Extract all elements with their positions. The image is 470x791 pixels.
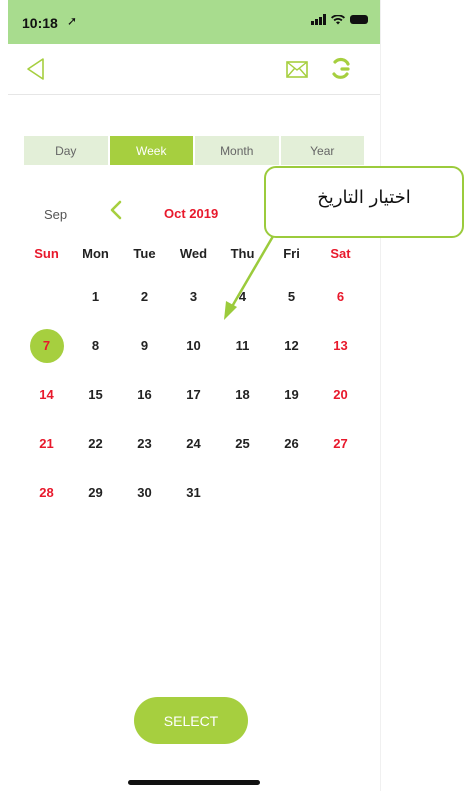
tab-week[interactable]: Week: [109, 136, 193, 165]
day-cell-selected[interactable]: 7: [22, 321, 71, 370]
calendar-week-row: 21 22 23 24 25 26 27: [22, 419, 366, 468]
day-cell[interactable]: 4: [218, 272, 267, 321]
day-cell[interactable]: 15: [71, 370, 120, 419]
day-cell[interactable]: 11: [218, 321, 267, 370]
day-cell[interactable]: 21: [22, 419, 71, 468]
back-triangle-icon[interactable]: [26, 57, 46, 81]
day-cell[interactable]: 12: [267, 321, 316, 370]
day-cell[interactable]: 8: [71, 321, 120, 370]
day-cell[interactable]: 22: [71, 419, 120, 468]
phone-screen: 10:18 ➚ Day Week Month Year Sep Oct 2019…: [8, 0, 381, 791]
day-cell[interactable]: 19: [267, 370, 316, 419]
calendar-week-row: 1 2 3 4 5 6: [22, 272, 366, 321]
day-cell: [267, 468, 316, 517]
weekday-mon: Mon: [82, 246, 109, 261]
day-cell[interactable]: 3: [169, 272, 218, 321]
weekday-sat: Sat: [330, 246, 351, 261]
day-cell[interactable]: 14: [22, 370, 71, 419]
mail-icon[interactable]: [286, 61, 308, 78]
tab-year[interactable]: Year: [280, 136, 364, 165]
day-cell[interactable]: 31: [169, 468, 218, 517]
wifi-icon: [331, 14, 345, 24]
selected-day-marker: 7: [29, 328, 64, 363]
calendar-week-row: 7 8 9 10 11 12 13: [22, 321, 366, 370]
calendar-grid: 1 2 3 4 5 6 7 8 9 10 11 12 13 14 15 16 1…: [22, 272, 366, 517]
calendar-week-row: 28 29 30 31: [22, 468, 366, 517]
signal-icon: [311, 14, 326, 25]
day-cell[interactable]: 20: [316, 370, 365, 419]
day-cell[interactable]: 9: [120, 321, 169, 370]
current-month-label: Oct 2019: [164, 206, 219, 221]
day-cell[interactable]: 10: [169, 321, 218, 370]
day-cell[interactable]: 29: [71, 468, 120, 517]
day-cell[interactable]: 26: [267, 419, 316, 468]
previous-month-label[interactable]: Sep: [44, 207, 67, 222]
day-cell[interactable]: 27: [316, 419, 365, 468]
day-cell: [218, 468, 267, 517]
status-time: 10:18: [22, 15, 58, 31]
weekday-thu: Thu: [230, 246, 255, 261]
tab-month[interactable]: Month: [195, 136, 279, 165]
select-button[interactable]: SELECT: [134, 697, 248, 744]
battery-icon: [350, 15, 368, 24]
annotation-callout: اختيار التاريخ: [264, 166, 464, 238]
home-indicator: [128, 780, 260, 785]
tab-day[interactable]: Day: [24, 136, 108, 165]
day-cell: [316, 468, 365, 517]
period-segmented-control: Day Week Month Year: [24, 136, 364, 165]
day-cell[interactable]: 2: [120, 272, 169, 321]
day-cell[interactable]: 28: [22, 468, 71, 517]
day-cell[interactable]: 13: [316, 321, 365, 370]
weekday-header: Sun Mon Tue Wed Thu Fri Sat: [22, 246, 366, 261]
nav-bar: [8, 44, 380, 95]
annotation-text: اختيار التاريخ: [317, 186, 411, 208]
day-cell[interactable]: 25: [218, 419, 267, 468]
day-cell[interactable]: 24: [169, 419, 218, 468]
day-cell[interactable]: 23: [120, 419, 169, 468]
day-cell[interactable]: 6: [316, 272, 365, 321]
weekday-tue: Tue: [133, 246, 156, 261]
status-icons: [311, 14, 368, 25]
location-icon: ➚: [67, 14, 78, 28]
day-cell[interactable]: 5: [267, 272, 316, 321]
day-cell[interactable]: 30: [120, 468, 169, 517]
day-cell[interactable]: [22, 272, 71, 321]
weekday-sun: Sun: [34, 246, 59, 261]
weekday-wed: Wed: [179, 246, 208, 261]
day-cell[interactable]: 1: [71, 272, 120, 321]
calendar-week-row: 14 15 16 17 18 19 20: [22, 370, 366, 419]
day-cell[interactable]: 18: [218, 370, 267, 419]
weekday-fri: Fri: [283, 246, 300, 261]
day-cell[interactable]: 17: [169, 370, 218, 419]
status-bar: 10:18 ➚: [8, 0, 380, 44]
chevron-left-icon[interactable]: [109, 199, 123, 221]
day-cell[interactable]: 16: [120, 370, 169, 419]
refresh-icon[interactable]: [330, 56, 352, 82]
